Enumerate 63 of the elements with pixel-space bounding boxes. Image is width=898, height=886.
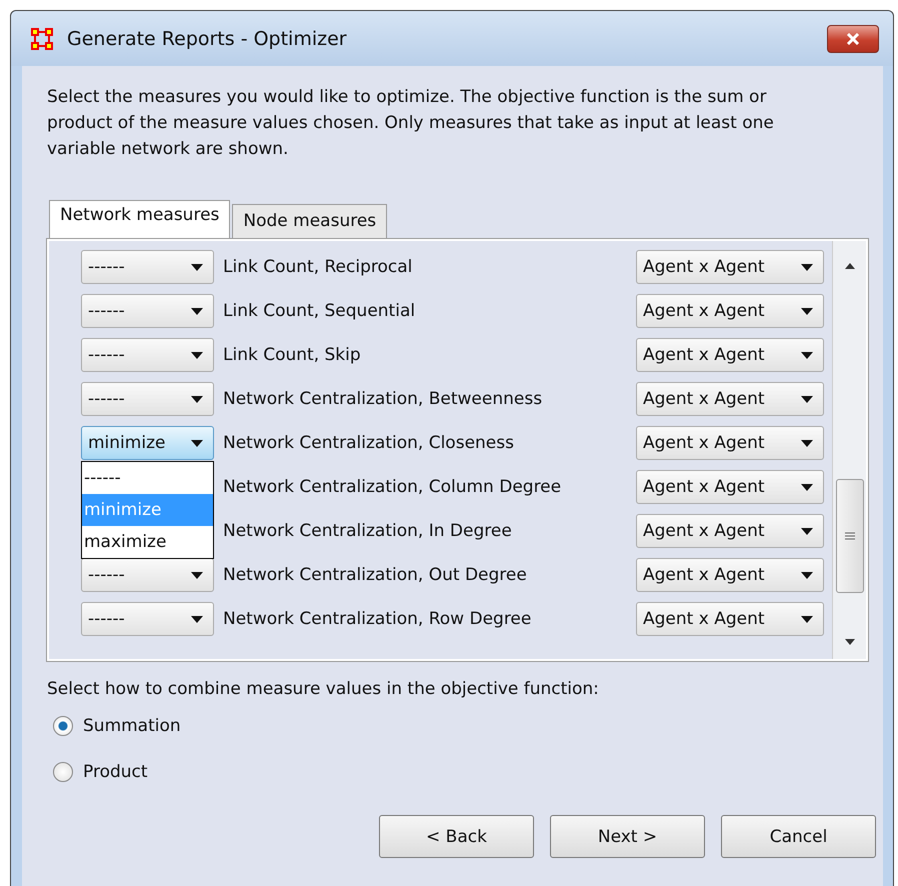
caret-icon bbox=[801, 440, 813, 446]
app-icon bbox=[31, 28, 53, 50]
goal-dropdown[interactable]: ------ bbox=[81, 294, 214, 328]
combine-label: Select how to combine measure values in the objective function: bbox=[47, 679, 600, 699]
scroll-thumb[interactable] bbox=[836, 479, 864, 593]
network-dropdown[interactable]: Agent x Agent bbox=[636, 294, 824, 328]
caret-icon bbox=[191, 572, 203, 578]
window-title: Generate Reports - Optimizer bbox=[67, 28, 347, 50]
radio-button[interactable] bbox=[53, 762, 73, 782]
network-dropdown[interactable]: Agent x Agent bbox=[636, 382, 824, 416]
measure-name: Network Centralization, Row Degree bbox=[223, 609, 532, 629]
caret-icon bbox=[801, 528, 813, 534]
measure-name: Network Centralization, Closeness bbox=[223, 433, 514, 453]
tab[interactable]: Node measures bbox=[232, 204, 388, 239]
dialog-button[interactable]: Next > bbox=[550, 815, 705, 858]
measure-name: Link Count, Sequential bbox=[223, 301, 416, 321]
network-dropdown[interactable]: Agent x Agent bbox=[636, 250, 824, 284]
scrollbar[interactable] bbox=[832, 241, 866, 659]
grip-icon bbox=[844, 532, 854, 540]
goal-dropdown[interactable]: ------ bbox=[81, 382, 214, 416]
radio-button[interactable] bbox=[53, 716, 73, 736]
measure-name: Network Centralization, Betweenness bbox=[223, 389, 542, 409]
dropdown-option[interactable]: maximize bbox=[82, 526, 213, 558]
caret-icon bbox=[191, 264, 203, 270]
close-icon bbox=[846, 32, 860, 44]
caret-icon bbox=[191, 440, 203, 446]
close-button[interactable] bbox=[827, 24, 879, 52]
caret-icon bbox=[801, 264, 813, 270]
radio-label[interactable]: Product bbox=[83, 762, 148, 782]
network-dropdown[interactable]: Agent x Agent bbox=[636, 470, 824, 504]
scroll-up-icon[interactable] bbox=[844, 263, 854, 269]
network-dropdown[interactable]: Agent x Agent bbox=[636, 514, 824, 548]
dialog-button[interactable]: < Back bbox=[379, 815, 534, 858]
measure-name: Network Centralization, Column Degree bbox=[223, 477, 562, 497]
caret-icon bbox=[191, 352, 203, 358]
dialog-button[interactable]: Cancel bbox=[721, 815, 876, 858]
goal-dropdown[interactable]: ------ bbox=[81, 250, 214, 284]
measure-name: Network Centralization, In Degree bbox=[223, 521, 512, 541]
caret-icon bbox=[191, 396, 203, 402]
caret-icon bbox=[191, 616, 203, 622]
network-dropdown[interactable]: Agent x Agent bbox=[636, 602, 824, 636]
dropdown-option[interactable]: ------ bbox=[82, 462, 213, 494]
goal-dropdown[interactable]: minimize bbox=[81, 426, 214, 460]
radio-label[interactable]: Summation bbox=[83, 716, 181, 736]
tab[interactable]: Network measures bbox=[49, 200, 230, 239]
caret-icon bbox=[191, 308, 203, 314]
measure-name: Link Count, Skip bbox=[223, 345, 361, 365]
instructions-text: Select the measures you would like to optimize. The objective function is the sum or product of the measure values chosen. Only measures that take as input at least one variable network are shown. bbox=[47, 86, 775, 161]
network-dropdown[interactable]: Agent x Agent bbox=[636, 426, 824, 460]
caret-icon bbox=[801, 616, 813, 622]
measure-name: Network Centralization, Out Degree bbox=[223, 565, 527, 585]
caret-icon bbox=[801, 396, 813, 402]
caret-icon bbox=[801, 352, 813, 358]
network-dropdown[interactable]: Agent x Agent bbox=[636, 558, 824, 592]
goal-dropdown[interactable]: ------ bbox=[81, 558, 214, 592]
network-dropdown[interactable]: Agent x Agent bbox=[636, 338, 824, 372]
goal-dropdown[interactable]: ------ bbox=[81, 338, 214, 372]
caret-icon bbox=[801, 572, 813, 578]
goal-dropdown[interactable]: ------ bbox=[81, 602, 214, 636]
scroll-down-icon[interactable] bbox=[844, 639, 854, 645]
caret-icon bbox=[801, 484, 813, 490]
measure-name: Link Count, Reciprocal bbox=[223, 257, 412, 277]
caret-icon bbox=[801, 308, 813, 314]
